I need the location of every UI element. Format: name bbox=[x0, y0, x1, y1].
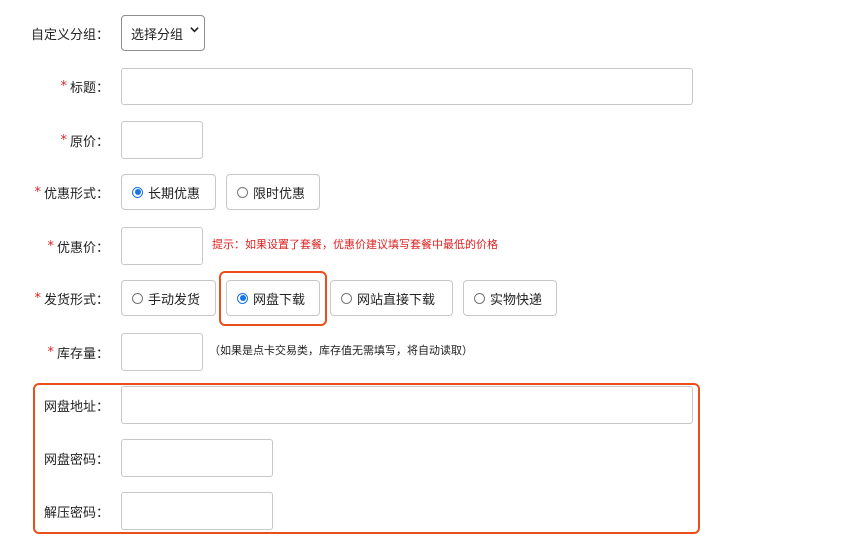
netdisk-option-highlight bbox=[219, 271, 327, 326]
required-mark: * bbox=[47, 238, 54, 254]
custom-group-select-value: 选择分组 bbox=[131, 27, 184, 43]
delivery-type-label: * 发货形式： bbox=[34, 290, 109, 308]
radio-icon bbox=[132, 292, 143, 304]
required-mark: * bbox=[60, 132, 67, 148]
stock-input[interactable] bbox=[121, 333, 203, 371]
discount-option-long-term[interactable]: 长期优惠 bbox=[121, 174, 216, 210]
custom-group-select[interactable]: 选择分组 bbox=[121, 15, 205, 51]
radio-icon bbox=[474, 292, 485, 304]
discount-type-label: * 优惠形式： bbox=[34, 184, 109, 202]
discount-option-limited-time[interactable]: 限时优惠 bbox=[226, 174, 320, 210]
delivery-option-express[interactable]: 实物快递 bbox=[463, 280, 557, 316]
required-mark: * bbox=[60, 79, 67, 94]
required-mark: * bbox=[47, 344, 54, 360]
stock-label: * 库存量： bbox=[47, 344, 109, 362]
title-input[interactable] bbox=[121, 68, 693, 105]
discount-price-hint: 提示：如果设置了套餐，优惠价建议填写套餐中最低的价格 bbox=[212, 238, 498, 251]
delivery-option-site-download[interactable]: 网站直接下载 bbox=[330, 280, 453, 316]
discount-price-input[interactable] bbox=[121, 227, 203, 265]
required-mark: * bbox=[34, 290, 41, 306]
delivery-option-manual[interactable]: 手动发货 bbox=[121, 280, 216, 316]
original-price-input[interactable] bbox=[121, 121, 203, 159]
radio-selected-icon bbox=[132, 186, 143, 198]
stock-hint: （如果是点卡交易类，库存值无需填写，将自动读取） bbox=[209, 344, 473, 357]
title-label: * 标题： bbox=[60, 79, 109, 96]
discount-price-label: * 优惠价： bbox=[47, 238, 109, 256]
radio-icon bbox=[237, 186, 248, 198]
original-price-label: * 原价： bbox=[60, 132, 109, 150]
netdisk-fields-highlight bbox=[33, 383, 700, 534]
required-mark: * bbox=[34, 184, 41, 200]
radio-icon bbox=[341, 292, 352, 304]
custom-group-label: 自定义分组： bbox=[30, 27, 109, 43]
chevron-down-icon bbox=[190, 27, 199, 33]
